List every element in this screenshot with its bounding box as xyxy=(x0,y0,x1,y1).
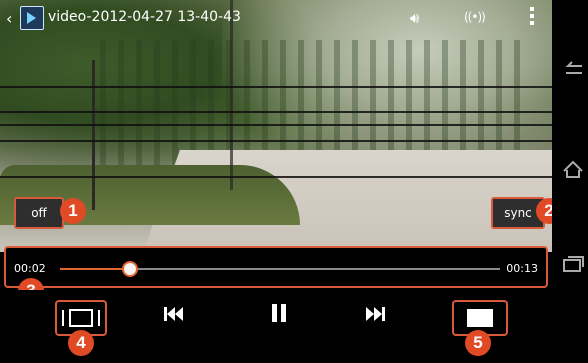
home-icon[interactable] xyxy=(562,160,584,182)
overflow-menu-icon[interactable] xyxy=(530,7,534,28)
back-icon[interactable] xyxy=(562,60,584,82)
video-app-icon[interactable] xyxy=(20,6,44,30)
seek-track[interactable] xyxy=(60,263,500,275)
total-time: 00:13 xyxy=(506,262,538,275)
back-chevron-icon[interactable]: ‹ xyxy=(6,9,12,28)
seek-thumb[interactable] xyxy=(124,263,137,275)
seek-progress xyxy=(60,268,131,270)
top-bar: ‹ video-2012-04-27 13-40-43 🔊︎ ((•)) xyxy=(0,0,552,44)
next-icon[interactable] xyxy=(364,304,386,328)
cast-icon[interactable]: ((•)) xyxy=(464,10,486,24)
previous-icon[interactable] xyxy=(163,304,185,328)
volume-icon[interactable]: 🔊︎ xyxy=(410,9,419,27)
current-time: 00:02 xyxy=(14,262,46,275)
video-title: video-2012-04-27 13-40-43 xyxy=(48,9,241,25)
callout-badge-4: 4 xyxy=(68,330,94,356)
video-player-screen: ‹ video-2012-04-27 13-40-43 🔊︎ ((•)) off… xyxy=(0,0,588,363)
callout-badge-5: 5 xyxy=(465,330,491,356)
pause-icon[interactable] xyxy=(270,303,288,328)
seek-bar: 00:02 00:13 xyxy=(4,246,548,288)
subtitle-off-button[interactable]: off xyxy=(14,197,64,229)
callout-badge-1: 1 xyxy=(60,198,86,224)
system-nav-bar xyxy=(552,0,588,363)
recent-apps-icon[interactable] xyxy=(562,256,584,278)
